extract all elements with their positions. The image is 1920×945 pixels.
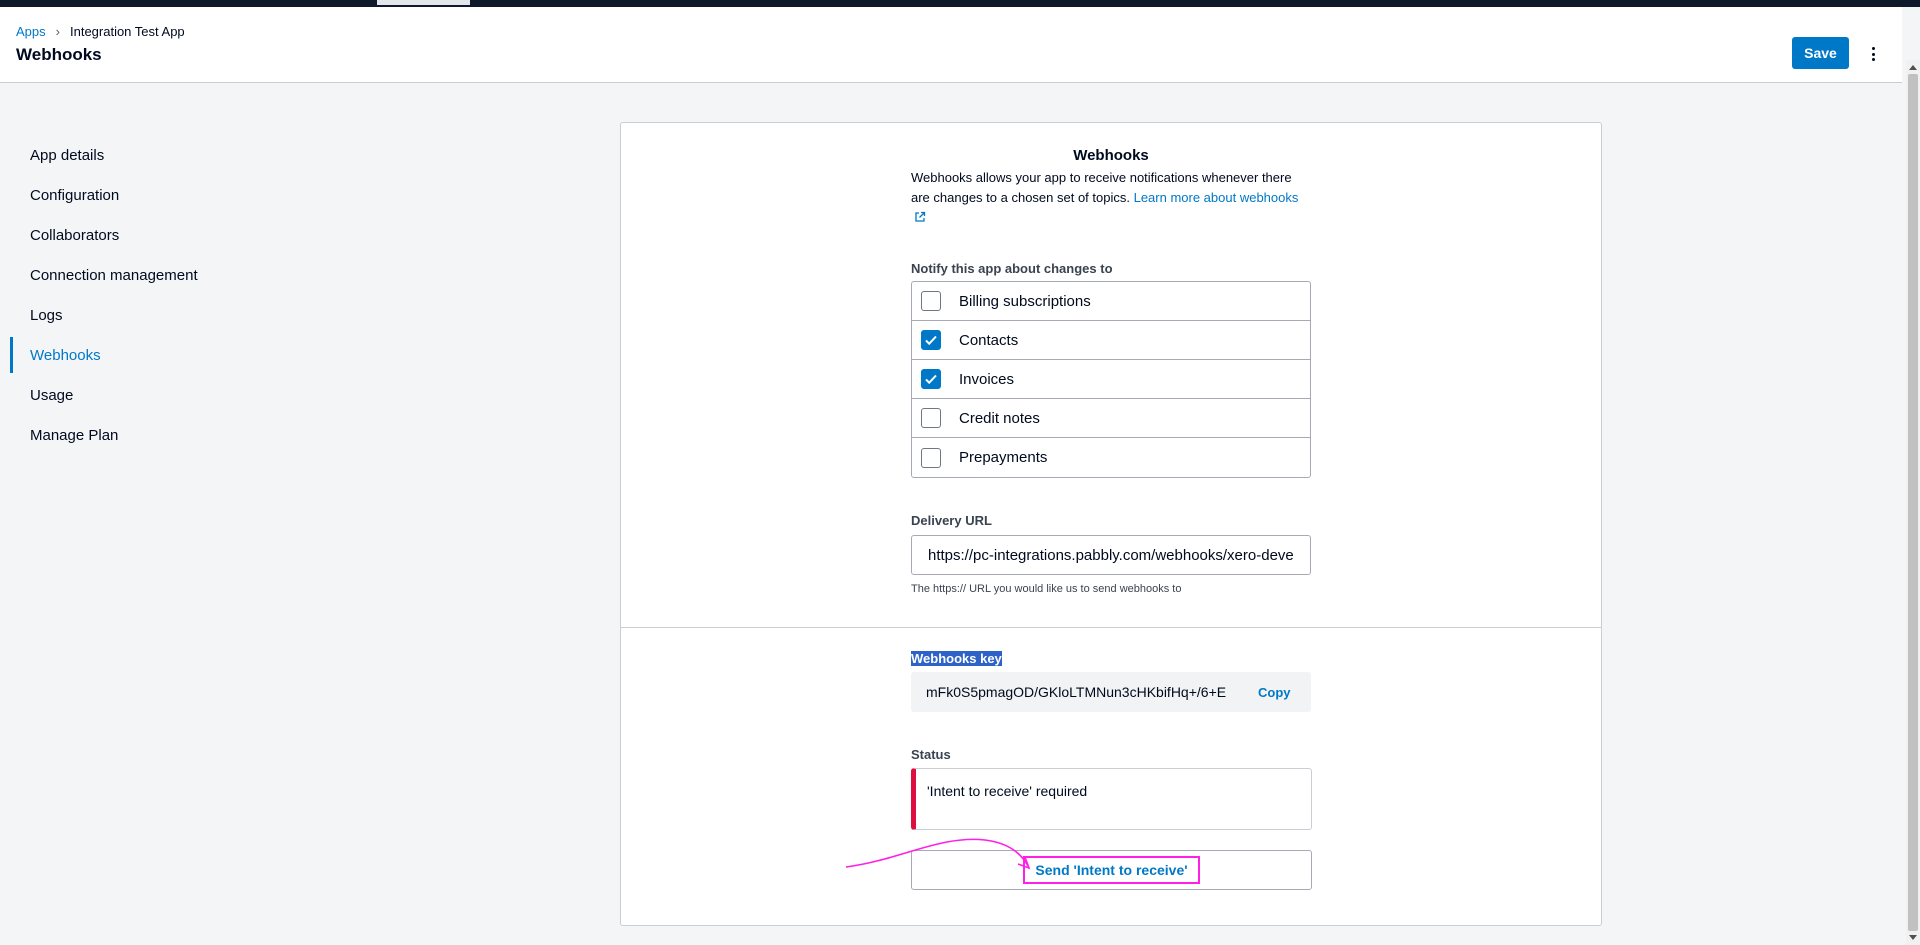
delivery-url-input[interactable]	[911, 535, 1311, 575]
save-button[interactable]: Save	[1792, 37, 1849, 69]
topic-label: Billing subscriptions	[959, 292, 1091, 310]
webhooks-card: Webhooks Webhooks allows your app to rec…	[620, 122, 1602, 926]
sidebar-item-manage-plan[interactable]: Manage Plan	[0, 415, 240, 455]
status-message: 'Intent to receive' required	[911, 768, 1312, 830]
sidebar-nav: App details Configuration Collaborators …	[0, 135, 240, 455]
sidebar-item-connection-management[interactable]: Connection management	[0, 255, 240, 295]
topic-label: Contacts	[959, 331, 1019, 349]
webhooks-key-value: mFk0S5pmagOD/GKloLTMNun3cHKbifHq+/6+E	[926, 684, 1227, 700]
sidebar-item-configuration[interactable]: Configuration	[0, 175, 240, 215]
sidebar-item-collaborators[interactable]: Collaborators	[0, 215, 240, 255]
sidebar-item-logs[interactable]: Logs	[0, 295, 240, 335]
breadcrumb: Apps › Integration Test App	[16, 24, 185, 39]
webhooks-key-label: Webhooks key	[911, 651, 1311, 666]
page-header: Apps › Integration Test App Webhooks Sav…	[0, 7, 1902, 83]
more-vertical-icon[interactable]	[1864, 45, 1882, 63]
status-label: Status	[911, 747, 951, 762]
scrollbar-thumb[interactable]	[1908, 74, 1918, 931]
copy-key-button[interactable]: Copy	[1258, 685, 1291, 700]
learn-more-label: Learn more about webhooks	[1133, 190, 1299, 205]
webhooks-key-field: mFk0S5pmagOD/GKloLTMNun3cHKbifHq+/6+E Co…	[911, 672, 1311, 712]
sidebar-item-app-details[interactable]: App details	[0, 135, 240, 175]
section-divider	[621, 627, 1601, 628]
breadcrumb-current: Integration Test App	[69, 24, 185, 39]
intro-text: Webhooks allows your app to receive noti…	[911, 168, 1311, 228]
topic-prepayments[interactable]: Prepayments	[912, 438, 1310, 477]
checkbox-checked[interactable]	[921, 330, 941, 350]
checkbox-checked[interactable]	[921, 369, 941, 389]
checkbox-unchecked[interactable]	[921, 291, 941, 311]
tab-indicator	[377, 0, 470, 5]
webhooks-key-label-text: Webhooks key	[911, 651, 1002, 666]
external-link-icon	[915, 211, 926, 222]
topic-label: Invoices	[959, 370, 1015, 388]
chevron-right-icon: ›	[55, 24, 60, 39]
checkbox-unchecked[interactable]	[921, 447, 941, 468]
topic-contacts[interactable]: Contacts	[912, 321, 1310, 360]
delivery-url-label: Delivery URL	[911, 513, 992, 528]
checkmark-icon	[925, 374, 937, 385]
top-bar	[0, 0, 1920, 7]
checkmark-icon	[925, 335, 937, 346]
notify-label: Notify this app about changes to	[911, 261, 1113, 276]
breadcrumb-apps-link[interactable]: Apps	[16, 24, 46, 39]
sidebar-item-usage[interactable]: Usage	[0, 375, 240, 415]
page-title: Webhooks	[16, 45, 102, 64]
topic-list: Billing subscriptions Contacts Invoices …	[911, 281, 1311, 478]
topic-label: Credit notes	[959, 409, 1040, 427]
checkbox-unchecked[interactable]	[921, 408, 941, 428]
section-title: Webhooks	[1073, 147, 1149, 164]
topic-credit-notes[interactable]: Credit notes	[912, 399, 1310, 438]
topic-invoices[interactable]: Invoices	[912, 360, 1310, 399]
send-intent-label: Send 'Intent to receive'	[1023, 856, 1200, 884]
delivery-url-helper: The https:// URL you would like us to se…	[911, 583, 1182, 595]
send-intent-button[interactable]: Send 'Intent to receive'	[911, 850, 1312, 890]
scroll-down-arrow-icon[interactable]	[1906, 931, 1920, 945]
topic-label: Prepayments	[959, 449, 1048, 466]
scrollbar[interactable]	[1906, 60, 1920, 945]
sidebar-item-webhooks[interactable]: Webhooks	[0, 335, 240, 375]
topic-billing-subscriptions[interactable]: Billing subscriptions	[912, 282, 1310, 321]
scroll-up-arrow-icon[interactable]	[1906, 60, 1920, 74]
